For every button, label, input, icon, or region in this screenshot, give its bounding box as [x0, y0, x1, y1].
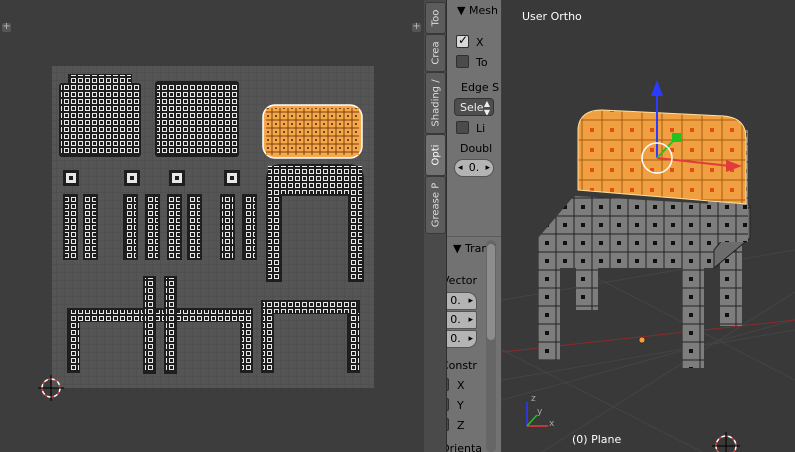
area-split-plus-icon[interactable]: +: [2, 22, 11, 32]
live-unwrap-label: Li: [476, 122, 486, 135]
active-object-label: (0) Plane: [572, 433, 622, 446]
tab-options[interactable]: Opti: [425, 134, 446, 176]
tab-shading[interactable]: Shading /: [425, 72, 446, 134]
area-split-plus-icon-right[interactable]: +: [412, 22, 421, 32]
x-mirror-label: X: [476, 36, 484, 49]
double-threshold-field[interactable]: 0.: [454, 159, 494, 177]
panel-scrollbar-thumb[interactable]: [487, 244, 495, 340]
constraint-x-checkbox[interactable]: [447, 378, 449, 391]
updown-arrows-icon: ▲ ▼: [483, 99, 490, 116]
edge-select-label: Edge S: [461, 81, 500, 94]
live-unwrap-checkbox[interactable]: [456, 121, 469, 134]
3d-viewport[interactable]: User Ortho (0) Plane z y x: [502, 0, 795, 452]
collapse-triangle-icon: ▼: [453, 242, 462, 255]
constraint-z-checkbox[interactable]: [447, 418, 449, 431]
collapse-triangle-icon: ▼: [457, 4, 466, 17]
axis-x-label: x: [549, 419, 555, 429]
view-mode-label: User Ortho: [522, 10, 582, 23]
edge-select-dropdown[interactable]: Sele ▲ ▼: [454, 98, 494, 116]
3d-cursor-icon[interactable]: [712, 432, 740, 452]
constraint-z-label: Z: [457, 419, 465, 432]
tab-create[interactable]: Crea: [425, 34, 446, 72]
tool-shelf-tabs: Too Crea Shading / Opti Grease P: [424, 0, 447, 452]
uv-canvas[interactable]: [0, 0, 424, 452]
constraint-y-checkbox[interactable]: [447, 398, 449, 411]
topology-mirror-label: To: [476, 56, 488, 69]
vector-x-field[interactable]: 0.: [447, 292, 477, 310]
mesh-panel-header[interactable]: ▼ Mesh: [457, 4, 498, 17]
panel-divider: [447, 236, 501, 237]
uv-island-seat-bottom[interactable]: [155, 81, 239, 157]
constraint-x-label: X: [457, 379, 465, 392]
vector-label: Vector: [447, 274, 478, 287]
double-threshold-label: Doubl: [460, 142, 493, 155]
axis-z-label: z: [531, 394, 536, 404]
constraint-y-label: Y: [457, 399, 464, 412]
tab-grease-pencil[interactable]: Grease P: [425, 176, 446, 234]
orientation-label: Orienta: [447, 442, 483, 452]
mesh-panel-title: Mesh: [468, 4, 498, 17]
uv-island-legs[interactable]: [63, 194, 257, 260]
constraint-axis-label: Constr: [447, 359, 477, 372]
vector-z-field[interactable]: 0.: [447, 330, 477, 348]
uv-island-selected-backrest[interactable]: [262, 104, 363, 159]
topology-mirror-checkbox[interactable]: [456, 55, 469, 68]
object-origin-icon[interactable]: [638, 336, 646, 344]
x-mirror-checkbox[interactable]: [456, 33, 469, 48]
axis-y-label: y: [537, 407, 543, 417]
uv-island-seat-left[interactable]: [59, 74, 141, 157]
vector-y-field[interactable]: 0.: [447, 311, 477, 329]
tab-tools[interactable]: Too: [425, 2, 446, 34]
viewport-canvas[interactable]: [502, 0, 795, 452]
uv-editor[interactable]: + +: [0, 0, 424, 452]
